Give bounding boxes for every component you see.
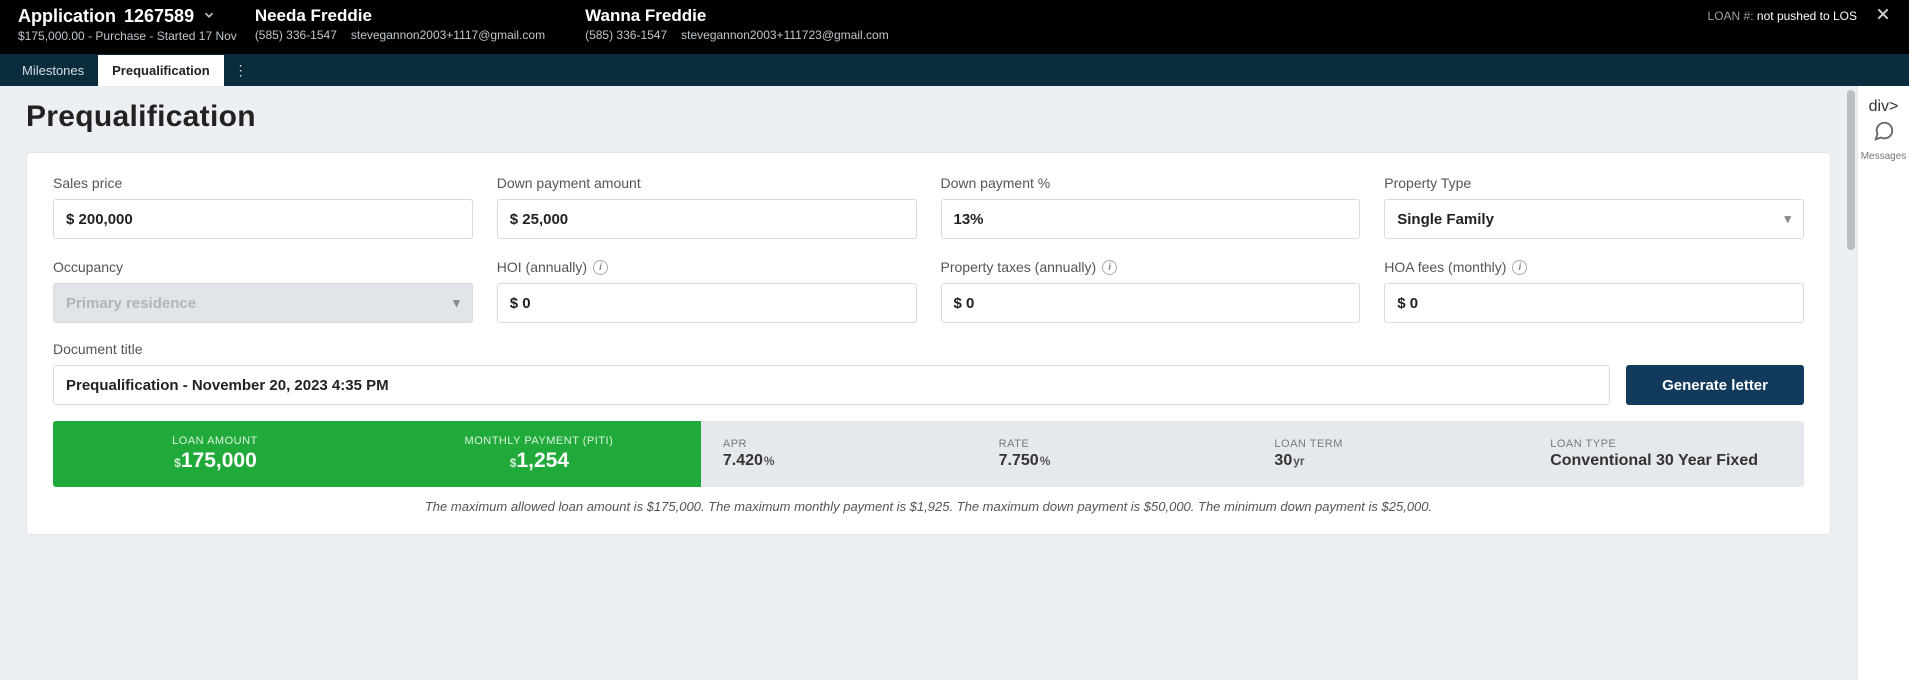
- application-label: Application: [18, 6, 116, 27]
- app-header: Application 1267589 $175,000.00 - Purcha…: [0, 0, 1909, 54]
- application-block[interactable]: Application 1267589 $175,000.00 - Purcha…: [18, 6, 237, 43]
- hoa-input[interactable]: [1384, 283, 1804, 323]
- down-payment-pct-label: Down payment %: [941, 175, 1361, 191]
- down-payment-pct-input[interactable]: [941, 199, 1361, 239]
- scrollbar-track[interactable]: [1847, 90, 1855, 676]
- property-type-value: Single Family: [1397, 211, 1494, 228]
- rate-cell: RATE 7.750%: [977, 421, 1253, 487]
- document-title-input[interactable]: [53, 365, 1610, 405]
- coborrower-name: Wanna Freddie: [585, 6, 889, 26]
- loan-number-value: not pushed to LOS: [1757, 9, 1857, 23]
- rate-value: 7.750: [999, 452, 1039, 469]
- term-label: LOAN TERM: [1274, 438, 1528, 450]
- apr-label: APR: [723, 438, 977, 450]
- occupancy-value: Primary residence: [66, 295, 196, 312]
- chevron-down-icon[interactable]: [202, 6, 216, 27]
- generate-letter-button[interactable]: Generate letter: [1626, 365, 1804, 405]
- occupancy-select: Primary residence ▾: [53, 283, 473, 323]
- chevron-down-icon: ▾: [1784, 211, 1791, 227]
- monthly-payment-cell: MONTHLY PAYMENT (PITI) $1,254: [377, 421, 701, 487]
- borrower-name: Needa Freddie: [255, 6, 545, 26]
- occupancy-label: Occupancy: [53, 259, 473, 275]
- down-payment-amount-label: Down payment amount: [497, 175, 917, 191]
- primary-borrower: Needa Freddie (585) 336-1547 stevegannon…: [255, 6, 545, 42]
- apr-value: 7.420: [723, 452, 763, 469]
- tab-milestones[interactable]: Milestones: [8, 55, 98, 86]
- monthly-payment-value: 1,254: [516, 449, 569, 472]
- loan-summary: LOAN AMOUNT $175,000 MONTHLY PAYMENT (PI…: [53, 421, 1804, 487]
- coborrower: Wanna Freddie (585) 336-1547 stevegannon…: [585, 6, 889, 42]
- apr-cell: APR 7.420%: [701, 421, 977, 487]
- coborrower-email[interactable]: stevegannon2003+111723@gmail.com: [681, 28, 889, 42]
- close-icon[interactable]: [1875, 6, 1891, 25]
- info-icon[interactable]: i: [1102, 260, 1117, 275]
- borrower-email[interactable]: stevegannon2003+1117@gmail.com: [351, 28, 545, 42]
- application-number: 1267589: [124, 6, 194, 27]
- page-title: Prequalification: [26, 100, 1831, 134]
- type-cell: LOAN TYPE Conventional 30 Year Fixed: [1528, 421, 1804, 487]
- hoi-input[interactable]: [497, 283, 917, 323]
- document-title-label: Document title: [53, 341, 1610, 357]
- messages-icon[interactable]: [1873, 120, 1895, 147]
- down-payment-amount-input[interactable]: [497, 199, 917, 239]
- scrollbar-thumb[interactable]: [1847, 90, 1855, 250]
- term-value: 30: [1274, 452, 1292, 469]
- hoa-label: HOA fees (monthly): [1384, 259, 1506, 275]
- taxes-label: Property taxes (annually): [941, 259, 1097, 275]
- messages-label: Messages: [1861, 151, 1907, 162]
- property-type-label: Property Type: [1384, 175, 1804, 191]
- loan-amount-label: LOAN AMOUNT: [172, 435, 258, 447]
- monthly-payment-label: MONTHLY PAYMENT (PITI): [465, 435, 614, 447]
- loan-amount-value: 175,000: [181, 449, 257, 472]
- type-label: LOAN TYPE: [1550, 438, 1804, 450]
- loan-number-label: LOAN #:: [1708, 9, 1754, 23]
- tab-bar: Milestones Prequalification ⋮: [0, 54, 1909, 86]
- term-cell: LOAN TERM 30yr: [1252, 421, 1528, 487]
- info-icon[interactable]: i: [593, 260, 608, 275]
- prequal-card: Sales price Down payment amount Down pay…: [26, 152, 1831, 535]
- property-type-select[interactable]: Single Family ▾: [1384, 199, 1804, 239]
- taxes-input[interactable]: [941, 283, 1361, 323]
- hoi-label: HOI (annually): [497, 259, 587, 275]
- info-icon[interactable]: i: [1512, 260, 1527, 275]
- more-tabs-icon[interactable]: ⋮: [224, 62, 258, 79]
- type-value: Conventional 30 Year Fixed: [1550, 452, 1758, 469]
- coborrower-phone[interactable]: (585) 336-1547: [585, 28, 667, 42]
- loan-amount-cell: LOAN AMOUNT $175,000: [53, 421, 377, 487]
- limits-note: The maximum allowed loan amount is $175,…: [53, 499, 1804, 514]
- application-subtitle: $175,000.00 - Purchase - Started 17 Nov: [18, 29, 237, 43]
- sales-price-label: Sales price: [53, 175, 473, 191]
- borrower-phone[interactable]: (585) 336-1547: [255, 28, 337, 42]
- chevron-down-icon: ▾: [453, 295, 460, 311]
- tab-prequalification[interactable]: Prequalification: [98, 55, 224, 86]
- loan-number-block: LOAN #: not pushed to LOS: [1708, 9, 1857, 23]
- sales-price-input[interactable]: [53, 199, 473, 239]
- rate-label: RATE: [999, 438, 1253, 450]
